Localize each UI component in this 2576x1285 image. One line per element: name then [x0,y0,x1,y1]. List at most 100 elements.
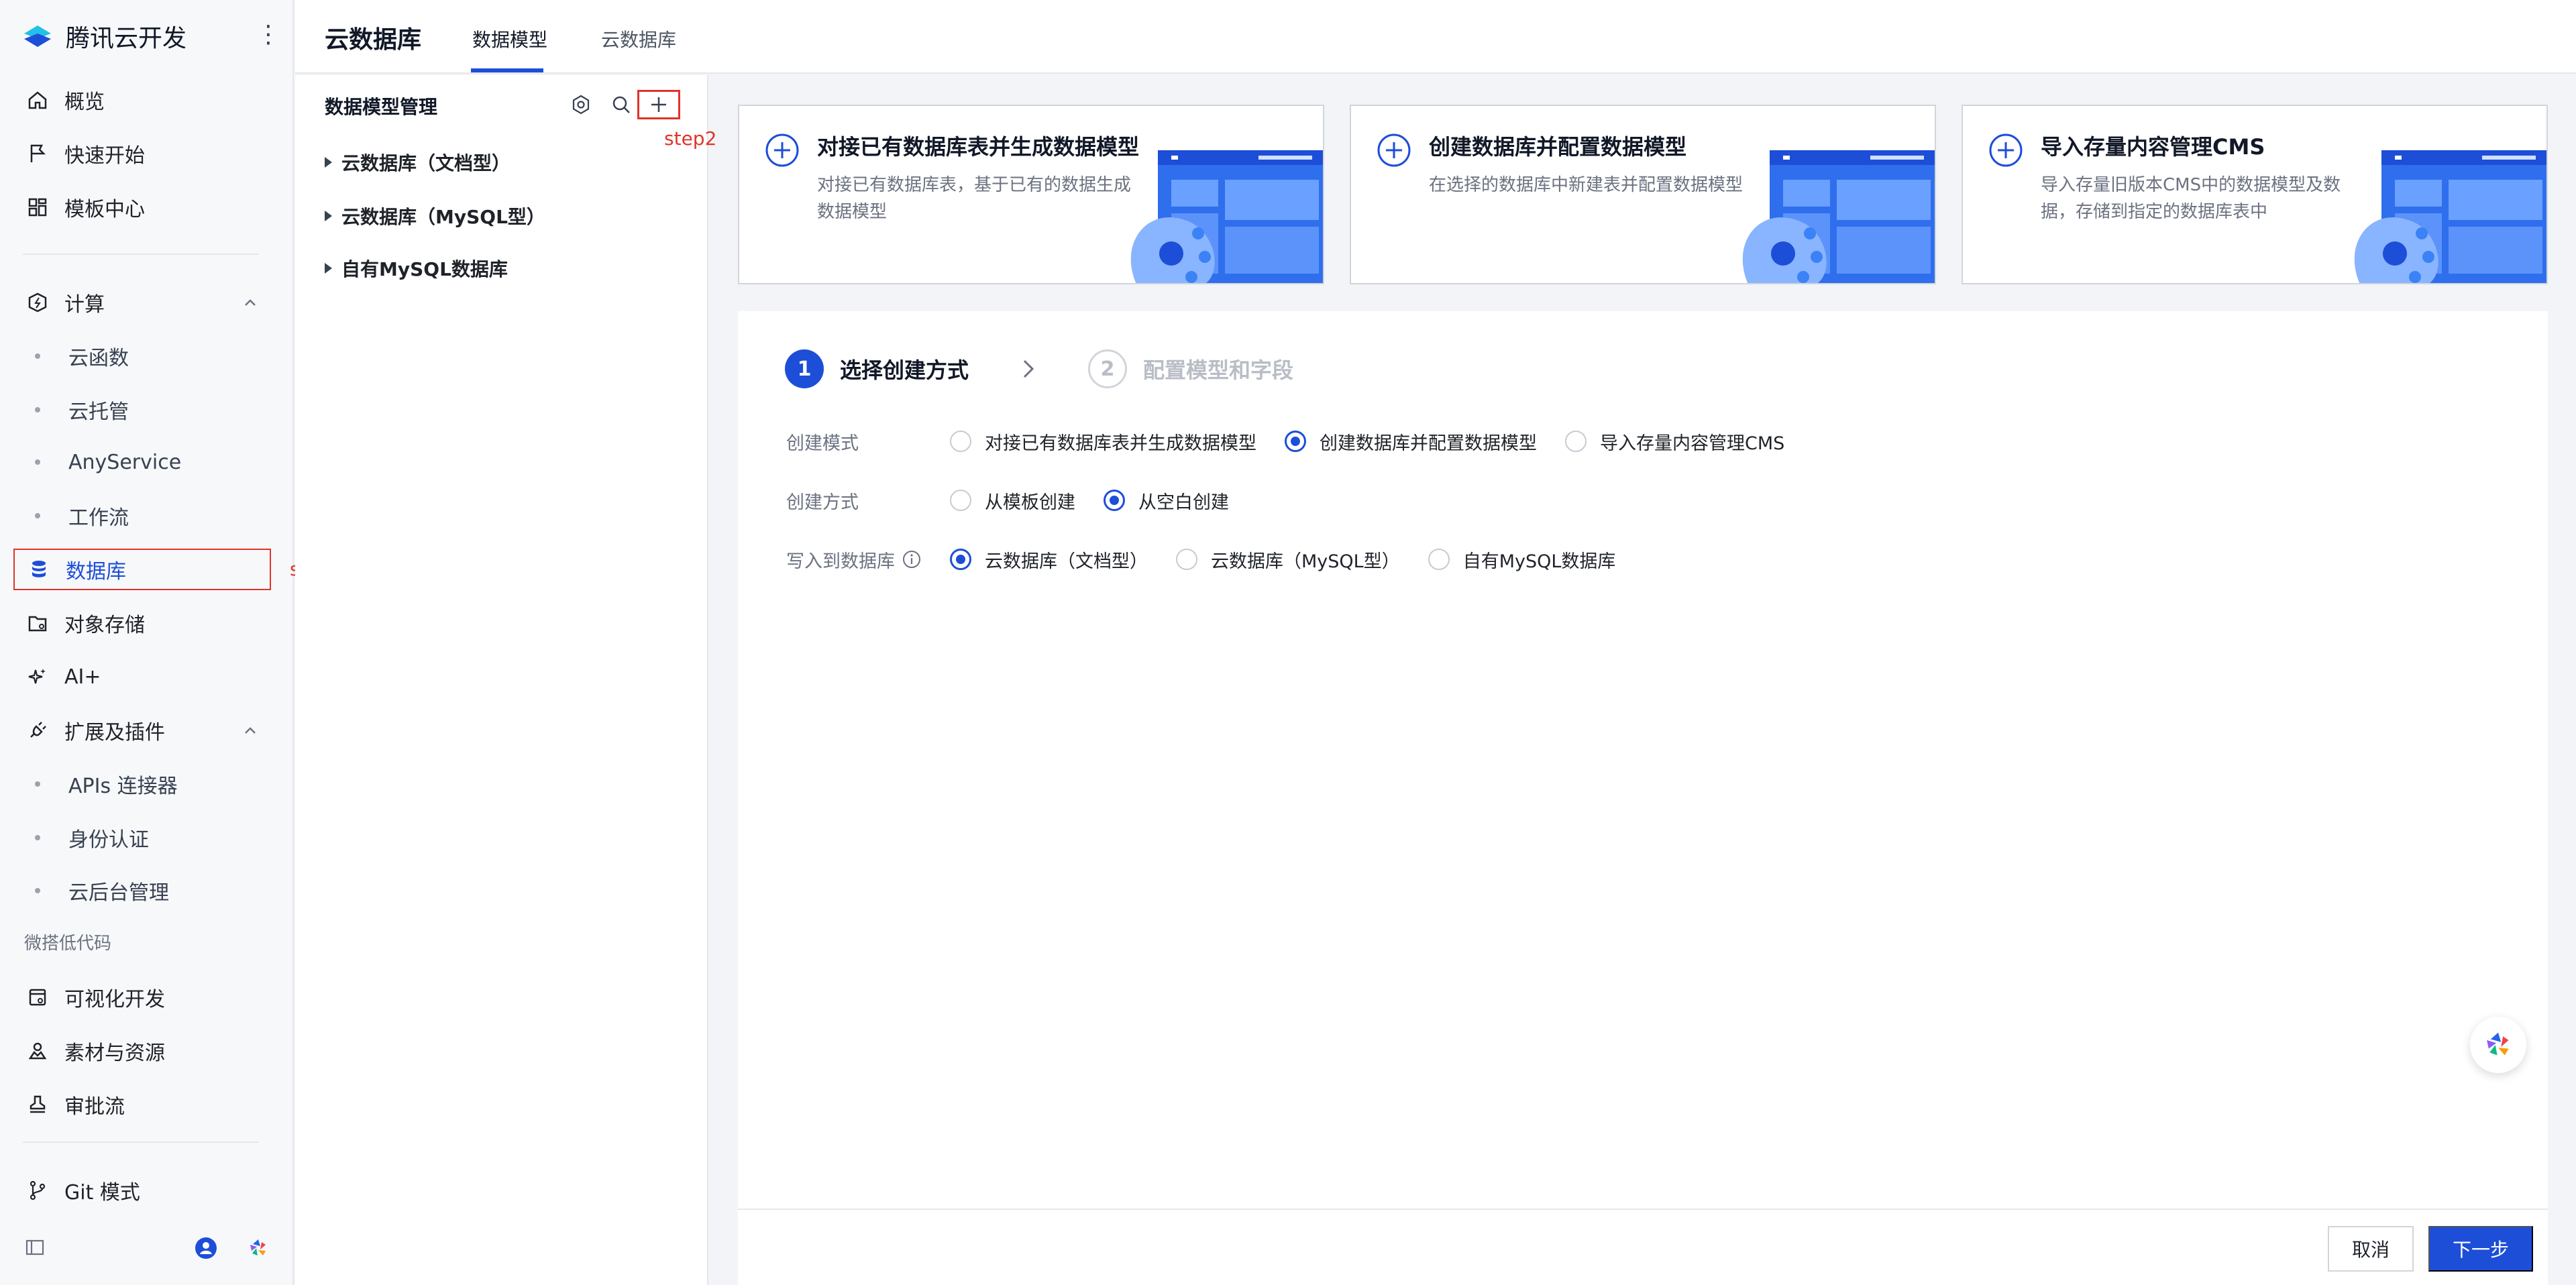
info-icon[interactable] [902,549,922,569]
create-model-form: 1 选择创建方式 2 配置模型和字段 创建模式 对接已有数据库表并生成数据模型 … [738,311,2548,1285]
tree-item-doc-db[interactable]: 云数据库（文档型） [325,149,511,176]
sidebar-item-extensions[interactable]: 扩展及插件 [13,710,271,751]
tab-data-model[interactable]: 数据模型 [472,25,547,52]
radio-target-mysql[interactable]: 云数据库（MySQL型） [1176,547,1400,573]
form-label-mode: 创建模式 [786,433,859,454]
plug-icon [23,716,52,745]
home-icon [23,85,52,115]
panel-title: 数据模型管理 [325,96,438,118]
radio-method-template[interactable]: 从模板创建 [950,488,1075,514]
sidebar-item-label: 审批流 [64,1095,125,1119]
step-1-number: 1 [785,349,824,388]
sidebar-item-ai[interactable]: AI+ [13,656,271,697]
cancel-button[interactable]: 取消 [2328,1226,2414,1272]
radio-label: 从模板创建 [985,492,1075,513]
radio-circle-selected[interactable] [1285,431,1306,452]
sidebar-item-visual-dev[interactable]: 可视化开发 [13,976,271,1018]
option-card-import-cms[interactable]: 导入存量内容管理CMS 导入存量旧版本CMS中的数据模型及数据，存储到指定的数据… [1962,105,2548,284]
radio-circle[interactable] [950,490,971,511]
sidebar-item-apis[interactable]: APIs 连接器 [13,763,271,805]
sidebar-item-label: 云托管 [68,400,129,424]
stamp-icon [23,1090,52,1119]
sidebar-item-auth[interactable]: 身份认证 [13,817,271,858]
radio-target-own-mysql[interactable]: 自有MySQL数据库 [1428,547,1615,573]
caret-right-icon [325,157,332,168]
assistant-logo-icon[interactable] [247,1237,270,1262]
search-icon[interactable] [606,90,636,119]
collapse-sidebar-icon[interactable] [24,1237,46,1261]
settings-icon[interactable] [566,90,596,119]
sidebar-group-label: 微搭低代码 [24,934,112,954]
radio-circle[interactable] [1428,549,1450,570]
sidebar-item-label: 计算 [64,293,105,317]
option-card-connect-existing[interactable]: 对接已有数据库表并生成数据模型 对接已有数据库表，基于已有的数据生成数据模型 [738,105,1324,284]
tab-cloud-database[interactable]: 云数据库 [601,25,676,52]
sidebar-item-storage[interactable]: 对象存储 [13,602,271,644]
app-window: 腾讯云开发 ⋮ 概览 快速开始 模板中心 计算 云函数 云托管 AnyServi… [0,0,2576,1285]
radio-circle[interactable] [1565,431,1587,452]
radio-circle[interactable] [950,431,971,452]
caret-right-icon [325,211,332,221]
sidebar-item-anyservice[interactable]: AnyService [13,441,271,483]
bullet-icon [35,781,40,787]
sidebar-item-functions[interactable]: 云函数 [13,335,271,377]
radio-mode-connect[interactable]: 对接已有数据库表并生成数据模型 [950,429,1256,455]
add-model-button[interactable] [637,90,680,119]
sidebar-item-workflow[interactable]: 工作流 [13,495,271,537]
sidebar-item-overview[interactable]: 概览 [13,79,271,121]
sidebar-item-compute[interactable]: 计算 [13,282,271,323]
database-illustration-icon [1130,150,1323,283]
brand-title: 腾讯云开发 [66,25,187,52]
step-2-number: 2 [1088,349,1128,388]
folder-icon [23,608,52,638]
radio-circle[interactable] [1176,549,1197,570]
card-description: 在选择的数据库中新建表并配置数据模型 [1429,175,1743,195]
bullet-icon [35,835,40,840]
card-description: 导入存量旧版本CMS中的数据模型及数据，存储到指定的数据库表中 [2041,175,2341,222]
sidebar-item-assets[interactable]: 素材与资源 [13,1030,271,1072]
tree-item-mysql-db[interactable]: 云数据库（MySQL型） [325,203,545,229]
radio-circle-selected[interactable] [950,549,971,570]
tree-item-own-mysql[interactable]: 自有MySQL数据库 [325,255,508,282]
chevron-up-icon[interactable] [239,719,262,742]
user-avatar-icon[interactable] [195,1237,217,1262]
next-step-button[interactable]: 下一步 [2428,1226,2533,1272]
chevron-up-icon[interactable] [239,291,262,314]
sidebar-item-label: 云后台管理 [68,881,169,905]
sidebar-item-admin[interactable]: 云后台管理 [13,870,271,911]
option-card-create-db[interactable]: 创建数据库并配置数据模型 在选择的数据库中新建表并配置数据模型 [1350,105,1936,284]
radio-label: 创建数据库并配置数据模型 [1320,433,1537,454]
sidebar-item-database[interactable]: 数据库 [13,549,271,590]
flag-icon [23,139,52,168]
sidebar-item-git[interactable]: Git 模式 [13,1170,271,1211]
radio-circle-selected[interactable] [1104,490,1125,511]
brand[interactable]: 腾讯云开发 [20,17,186,55]
sidebar-item-quickstart[interactable]: 快速开始 [13,133,271,174]
grid-icon [23,192,52,222]
sidebar-item-label: 快速开始 [64,144,145,168]
sidebar-item-label: 云函数 [68,347,129,370]
sidebar-divider [23,1141,259,1143]
more-vertical-icon[interactable]: ⋮ [256,21,280,48]
card-title: 对接已有数据库表并生成数据模型 [817,134,1140,160]
radio-mode-create[interactable]: 创建数据库并配置数据模型 [1285,429,1537,455]
sidebar-item-label: AI+ [64,665,101,689]
sidebar-item-label: 素材与资源 [64,1042,165,1065]
sidebar-item-label: 模板中心 [64,198,145,221]
bullet-icon [35,407,40,412]
sidebar-item-approval[interactable]: 审批流 [13,1084,271,1125]
sidebar-item-label: APIs 连接器 [68,775,178,798]
form-label-method: 创建方式 [786,492,859,513]
sidebar-item-templates[interactable]: 模板中心 [13,186,271,228]
floating-assistant-button[interactable] [2470,1017,2526,1073]
radio-target-doc[interactable]: 云数据库（文档型） [950,547,1148,573]
radio-method-blank[interactable]: 从空白创建 [1104,488,1229,514]
sidebar-item-label: 对象存储 [64,614,145,637]
sidebar: 腾讯云开发 ⋮ 概览 快速开始 模板中心 计算 云函数 云托管 AnyServi… [0,0,294,1285]
form-label-text: 写入到数据库 [786,551,895,572]
sidebar-item-cloudrun[interactable]: 云托管 [13,389,271,431]
database-icon [24,555,54,584]
form-row-method: 创建方式 从模板创建 从空白创建 [786,484,1257,516]
sidebar-item-label: 扩展及插件 [64,721,165,744]
radio-mode-import[interactable]: 导入存量内容管理CMS [1565,429,1784,455]
